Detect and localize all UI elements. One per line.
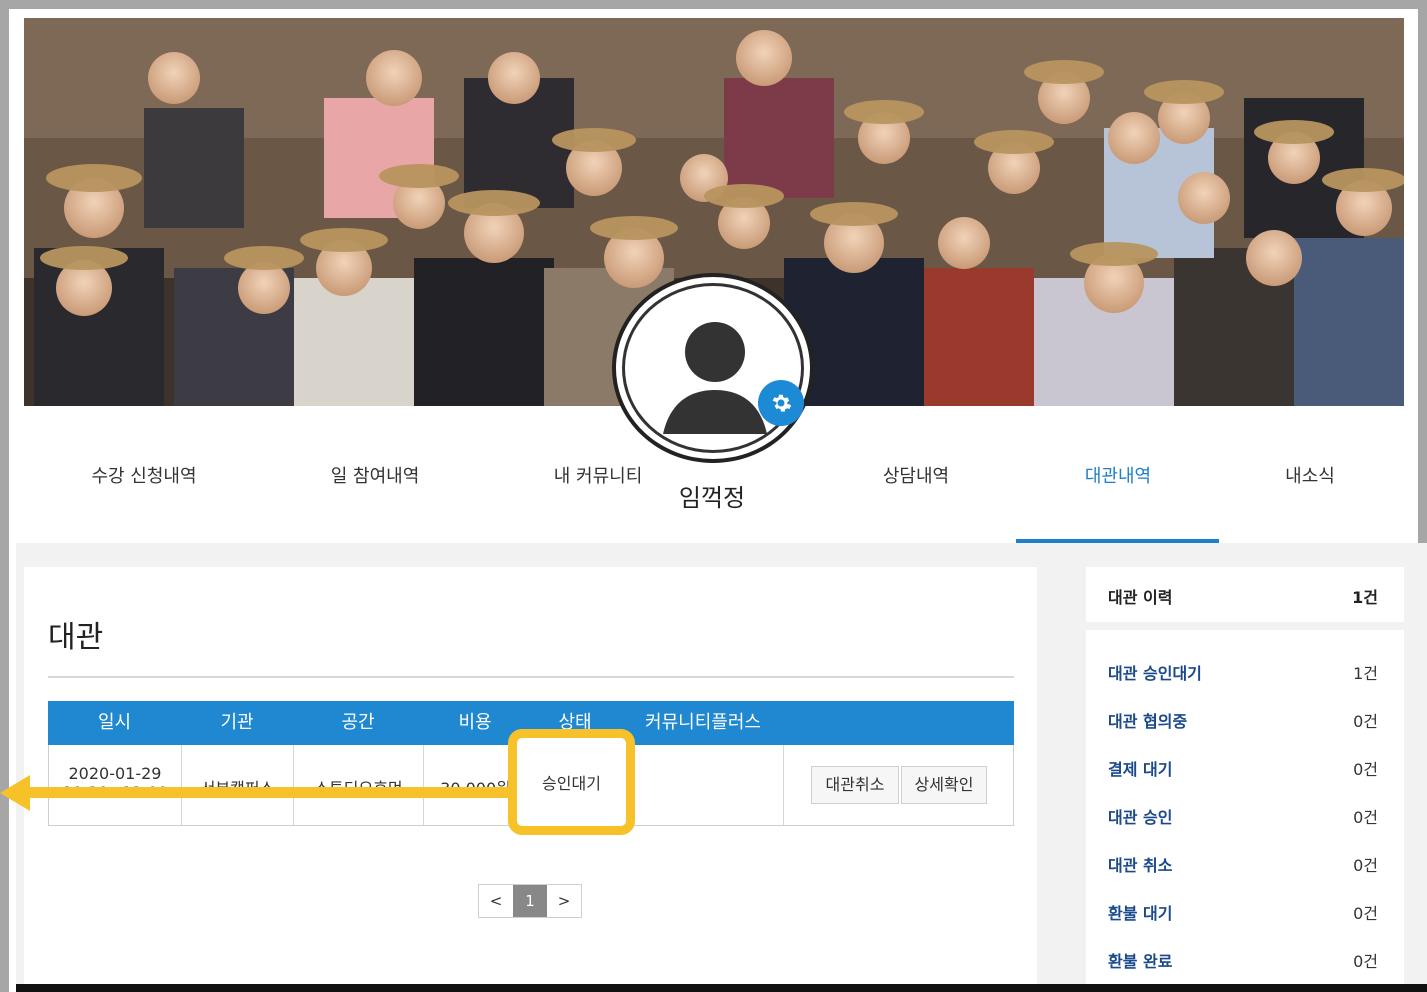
section-title: 대관: [48, 620, 104, 655]
stat-payment-pending-link[interactable]: 결제 대기: [1108, 756, 1172, 780]
stat-payment-pending-count: 0건: [1353, 760, 1378, 779]
avatar-ring: [622, 283, 804, 453]
stat-refund-complete-link[interactable]: 환불 완료: [1108, 948, 1172, 972]
stat-refund-pending-link[interactable]: 환불 대기: [1108, 900, 1172, 924]
rental-history-label: 대관 이력: [1108, 588, 1173, 607]
tab-my-news[interactable]: 내소식: [1250, 462, 1370, 530]
prev-page-button[interactable]: <: [479, 885, 513, 917]
stat-refund-complete-count: 0건: [1353, 952, 1378, 971]
view-details-button[interactable]: 상세확인: [901, 766, 987, 804]
tab-rentals[interactable]: 대관내역: [1048, 462, 1188, 530]
cancel-rental-button[interactable]: 대관취소: [811, 766, 899, 804]
stat-cancelled-link[interactable]: 대관 취소: [1108, 852, 1172, 876]
tab-course-applications[interactable]: 수강 신청내역: [60, 462, 228, 530]
pagination: < 1 >: [478, 884, 582, 918]
cell-datetime: 2020-01-29 10:30~13:00: [49, 745, 182, 825]
tab-work-participation[interactable]: 일 참여내역: [290, 462, 460, 530]
tab-consultations[interactable]: 상담내역: [846, 462, 986, 530]
stat-approved-count: 0건: [1353, 808, 1378, 827]
status-badge: 승인대기: [542, 774, 601, 793]
title-divider: [48, 676, 1014, 678]
gear-icon: [772, 394, 792, 412]
header-community-plus: 커뮤니티플러스: [645, 712, 761, 733]
stat-approved-link[interactable]: 대관 승인: [1108, 804, 1172, 828]
header-org: 기관: [220, 712, 254, 733]
bottom-edge: [16, 984, 1427, 992]
cell-community-plus: [624, 745, 784, 825]
cell-space: 스튜디오휴먼: [294, 745, 424, 825]
next-page-button[interactable]: >: [547, 885, 581, 917]
page-1-button[interactable]: 1: [513, 885, 547, 917]
arrow-left-icon: [0, 775, 30, 811]
stat-in-negotiation-count: 0건: [1353, 712, 1378, 731]
profile-avatar[interactable]: [612, 273, 814, 463]
cell-date: 2020-01-29: [68, 764, 162, 783]
profile-name: 임꺽정: [678, 484, 746, 512]
header-space: 공간: [341, 712, 375, 733]
cell-org: 서부캠퍼스: [182, 745, 294, 825]
stat-cancelled-count: 0건: [1353, 856, 1378, 875]
stat-pending-approval-count: 1건: [1353, 664, 1378, 683]
stat-in-negotiation-link[interactable]: 대관 협의중: [1108, 708, 1187, 732]
profile-settings-button[interactable]: [758, 380, 804, 426]
stat-refund-pending-count: 0건: [1353, 904, 1378, 923]
header-datetime: 일시: [97, 712, 132, 733]
user-silhouette-icon: [663, 322, 767, 434]
status-highlight-box: 승인대기: [508, 729, 635, 835]
annotation-arrow-shaft: [22, 787, 512, 798]
rental-history-count: 1건: [1352, 588, 1378, 607]
stat-pending-approval-link[interactable]: 대관 승인대기: [1108, 660, 1202, 684]
